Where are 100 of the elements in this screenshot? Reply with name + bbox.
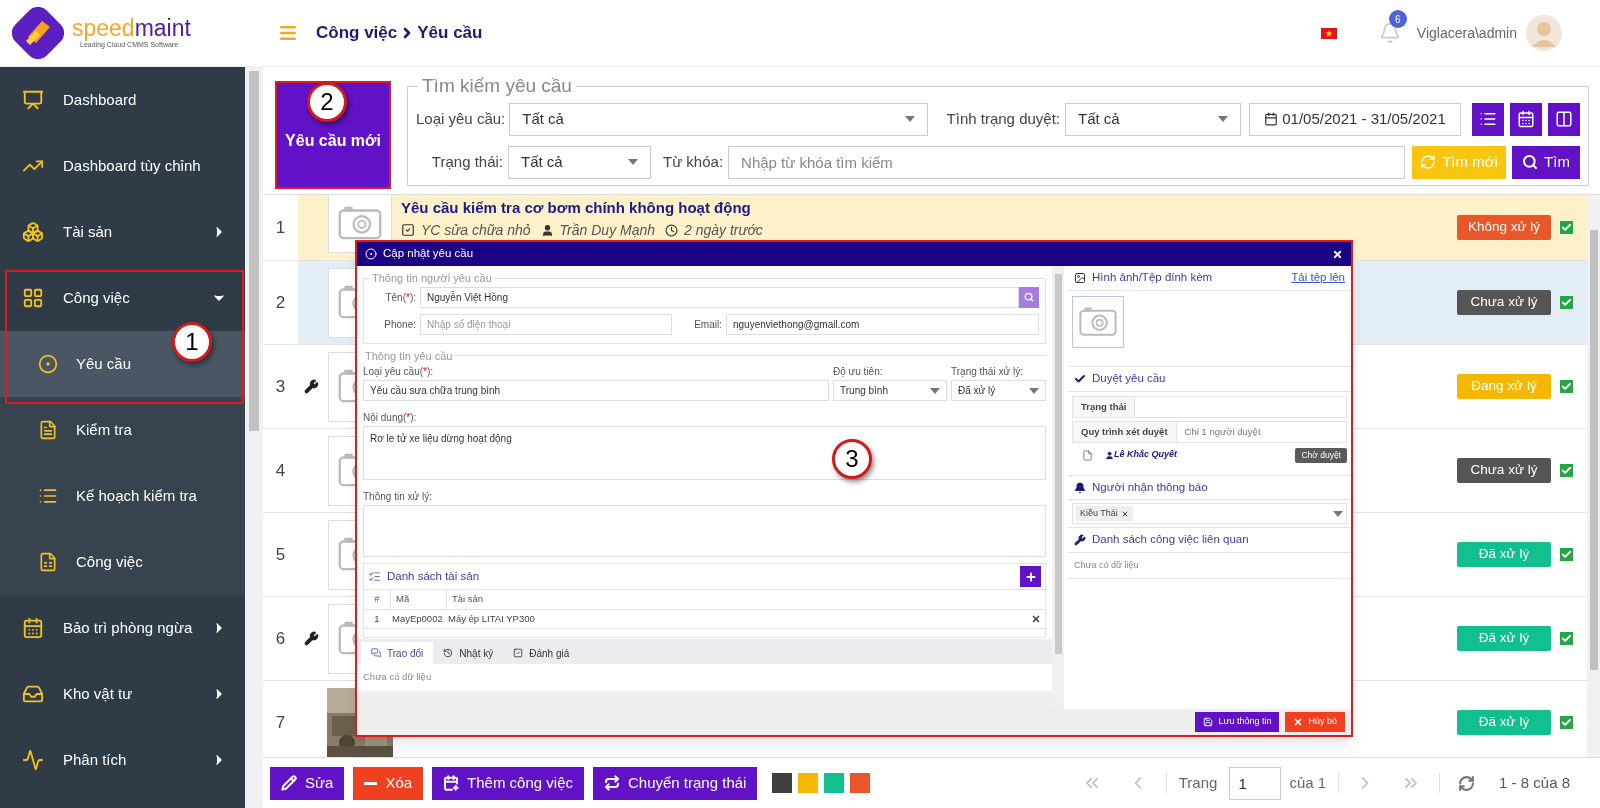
calendar-icon — [1517, 110, 1535, 128]
notification-badge: 6 — [1388, 10, 1407, 28]
grid-icon — [22, 287, 44, 309]
email-field[interactable]: nguyenviethong@gmail.com — [726, 313, 1039, 335]
section-title: Danh sách công việc liên quan — [1092, 532, 1249, 548]
remove-icon[interactable] — [1120, 509, 1129, 518]
status-tab[interactable]: Trạng thái — [1073, 397, 1136, 417]
delete-button[interactable]: Xóa — [353, 766, 424, 800]
field-label: Độ ưu tiên: — [833, 365, 884, 379]
refresh-icon[interactable] — [1458, 774, 1476, 792]
status-select[interactable]: Tất cả — [508, 145, 651, 179]
bell-icon[interactable] — [1378, 22, 1401, 44]
page-field[interactable]: 1 — [1229, 766, 1282, 800]
flag-icon[interactable] — [1320, 27, 1337, 39]
dialog-tab[interactable]: Đánh giá — [503, 642, 580, 664]
list-icon — [38, 486, 58, 506]
phone-field[interactable]: Nhập số điện thoại — [420, 313, 672, 335]
type-select[interactable]: Tất cả — [509, 102, 928, 136]
handling-field[interactable] — [363, 505, 1046, 557]
table-cell-text: Máy ép LITAI YP300 — [447, 611, 536, 626]
field-label: Trạng thái: — [430, 151, 504, 172]
date-range-field[interactable]: 01/05/2021 - 31/05/2021 — [1249, 102, 1461, 136]
row-checkbox[interactable] — [1560, 221, 1573, 234]
save-icon — [1203, 717, 1214, 727]
row-checkbox[interactable] — [1560, 296, 1573, 309]
process-status-select[interactable]: Đã xử lý — [951, 380, 1046, 401]
dialog-title: Cập nhật yêu cầu — [383, 246, 475, 262]
row-checkbox[interactable] — [1560, 380, 1573, 393]
requester-name: Trần Duy Mạnh — [559, 220, 656, 240]
breadcrumb-item[interactable]: Công việc — [316, 20, 398, 46]
sidebar-item[interactable]: Bảo trì phòng ngừa — [0, 595, 245, 661]
row-checkbox[interactable] — [1560, 548, 1573, 561]
wrench-icon — [1074, 534, 1086, 546]
file-icon — [1082, 449, 1093, 461]
row-checkbox[interactable] — [1560, 464, 1573, 477]
calendar-icon — [1264, 112, 1279, 126]
brand-name: speedmaint — [72, 15, 191, 40]
delete-icon[interactable] — [1031, 614, 1041, 624]
record-range: 1 - 8 của 8 — [1499, 772, 1570, 793]
sidebar-item[interactable]: Kho vật tư — [0, 661, 245, 727]
user-name[interactable]: Viglacera\admin — [1416, 22, 1517, 44]
change-status-icon — [604, 775, 620, 791]
row-checkbox[interactable] — [1560, 632, 1573, 645]
sidebar-subitem[interactable]: Kiểm tra — [0, 397, 245, 463]
avatar[interactable] — [1526, 15, 1562, 51]
user-icon — [540, 223, 554, 237]
sidebar-subitem[interactable]: Công việc — [0, 529, 245, 595]
status-badge: Đã xử lý — [1457, 542, 1551, 567]
chart-icon — [22, 749, 44, 771]
section-title: Duyệt yêu cầu — [1092, 371, 1166, 387]
list-view-button[interactable] — [1472, 102, 1504, 136]
table-cell-text: MayEp0002 — [391, 611, 444, 626]
caret-icon — [1218, 116, 1228, 122]
search-button[interactable]: Tìm — [1512, 145, 1580, 179]
row-number: 3 — [275, 375, 286, 398]
sidebar-item[interactable]: Dashboard — [0, 67, 245, 133]
section-legend: Thông tin yêu cầu — [363, 347, 455, 364]
dialog-tab[interactable]: Nhật ký — [433, 642, 504, 664]
sidebar-subitem[interactable]: Kế hoạch kiểm tra — [0, 463, 245, 529]
inbox-icon — [22, 683, 44, 705]
calendar-view-button[interactable] — [1510, 102, 1542, 136]
sidebar-item[interactable]: Phân tích — [0, 727, 245, 793]
chat-icon — [371, 648, 381, 658]
cancel-button[interactable]: Hủy bỏ — [1285, 712, 1345, 732]
request-type-field[interactable]: Yêu cầu sưa chữa trung bình — [363, 380, 829, 401]
save-button[interactable]: Lưu thông tin — [1195, 712, 1280, 732]
boxes-icon — [22, 221, 44, 243]
upload-link[interactable]: Tải tệp lên — [1291, 269, 1345, 287]
sidebar-item[interactable]: Tài sản — [0, 199, 245, 265]
row-checkbox[interactable] — [1560, 716, 1573, 729]
keyword-field[interactable]: Nhập từ khóa tìm kiếm — [728, 145, 1405, 179]
circle-icon — [38, 354, 58, 374]
recipient-select[interactable]: Kiều Thái — [1072, 503, 1347, 524]
menu-icon[interactable] — [278, 23, 298, 43]
search-icon — [1024, 292, 1034, 302]
spreadsheet-icon — [38, 552, 58, 572]
page-label: Trang — [1178, 772, 1218, 793]
add-task-button[interactable]: Thêm công việc — [432, 766, 584, 800]
calendar-icon — [22, 617, 44, 639]
field-label: Loại yêu cầu(*): — [363, 365, 435, 379]
search-icon — [1522, 154, 1539, 170]
columns-icon — [1555, 110, 1573, 128]
name-field[interactable]: Nguyễn Việt Hồng — [420, 286, 1019, 308]
approval-select[interactable]: Tất cả — [1065, 102, 1241, 136]
edit-button[interactable]: Sửa — [270, 766, 345, 800]
status-badge: Chưa xử lý — [1457, 290, 1551, 315]
request-title[interactable]: Yêu cầu kiểm tra cơ bơm chính không hoạt động — [401, 197, 1457, 220]
search-button[interactable] — [1019, 286, 1039, 308]
split-view-button[interactable] — [1548, 102, 1580, 136]
dialog-tab[interactable]: Trao đổi — [361, 642, 434, 664]
close-icon[interactable] — [1332, 248, 1343, 260]
empty-message: Chưa có dữ liệu — [1068, 553, 1351, 579]
caret-icon — [930, 387, 940, 394]
field-label: Email: — [694, 317, 723, 332]
row-number: 4 — [275, 459, 286, 482]
priority-select[interactable]: Trung bình — [833, 380, 947, 401]
add-asset-button[interactable] — [1020, 566, 1041, 587]
edit-icon — [281, 775, 297, 791]
change-status-button[interactable]: Chuyển trạng thái — [593, 766, 758, 800]
sidebar-item[interactable]: Dashboard tùy chỉnh — [0, 133, 245, 199]
